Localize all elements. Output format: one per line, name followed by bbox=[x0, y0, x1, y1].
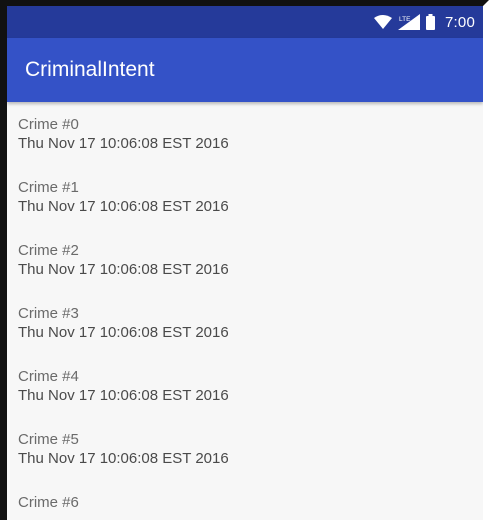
signal-icon: LTE bbox=[398, 14, 420, 30]
crime-date: Thu Nov 17 10:06:08 EST 2016 bbox=[18, 324, 229, 341]
app-toolbar: CriminalIntent bbox=[7, 38, 483, 102]
crime-date: Thu Nov 17 10:06:08 EST 2016 bbox=[18, 387, 229, 404]
crime-date: Thu Nov 17 10:06:08 EST 2016 bbox=[18, 198, 229, 215]
status-time: 7:00 bbox=[445, 13, 475, 31]
crime-title: Crime #0 bbox=[18, 116, 79, 133]
crime-list-item-3[interactable]: Crime #3 Thu Nov 17 10:06:08 EST 2016 bbox=[7, 291, 483, 354]
battery-icon bbox=[426, 14, 435, 30]
crime-title: Crime #4 bbox=[18, 368, 79, 385]
crime-title: Crime #3 bbox=[18, 305, 79, 322]
crime-list-item-6[interactable]: Crime #6 bbox=[7, 480, 483, 520]
crime-list-item-0[interactable]: Crime #0 Thu Nov 17 10:06:08 EST 2016 bbox=[7, 102, 483, 165]
crime-list-item-2[interactable]: Crime #2 Thu Nov 17 10:06:08 EST 2016 bbox=[7, 228, 483, 291]
crime-date: Thu Nov 17 10:06:08 EST 2016 bbox=[18, 261, 229, 278]
phone-screen: LTE 7:00 CriminalIntent Crime #0 Thu Nov… bbox=[0, 0, 489, 520]
crime-list-item-1[interactable]: Crime #1 Thu Nov 17 10:06:08 EST 2016 bbox=[7, 165, 483, 228]
crime-list-item-5[interactable]: Crime #5 Thu Nov 17 10:06:08 EST 2016 bbox=[7, 417, 483, 480]
crime-date: Thu Nov 17 10:06:08 EST 2016 bbox=[18, 450, 229, 467]
status-bar: LTE 7:00 bbox=[7, 6, 483, 38]
crime-title: Crime #2 bbox=[18, 242, 79, 259]
crime-title: Crime #1 bbox=[18, 179, 79, 196]
wifi-icon bbox=[374, 15, 392, 29]
crime-date: Thu Nov 17 10:06:08 EST 2016 bbox=[18, 135, 229, 152]
crime-title: Crime #6 bbox=[18, 494, 79, 511]
crime-title: Crime #5 bbox=[18, 431, 79, 448]
crime-list: Crime #0 Thu Nov 17 10:06:08 EST 2016 Cr… bbox=[7, 102, 483, 520]
network-type-label: LTE bbox=[399, 16, 411, 23]
app-title: CriminalIntent bbox=[25, 58, 155, 81]
crime-list-item-4[interactable]: Crime #4 Thu Nov 17 10:06:08 EST 2016 bbox=[7, 354, 483, 417]
